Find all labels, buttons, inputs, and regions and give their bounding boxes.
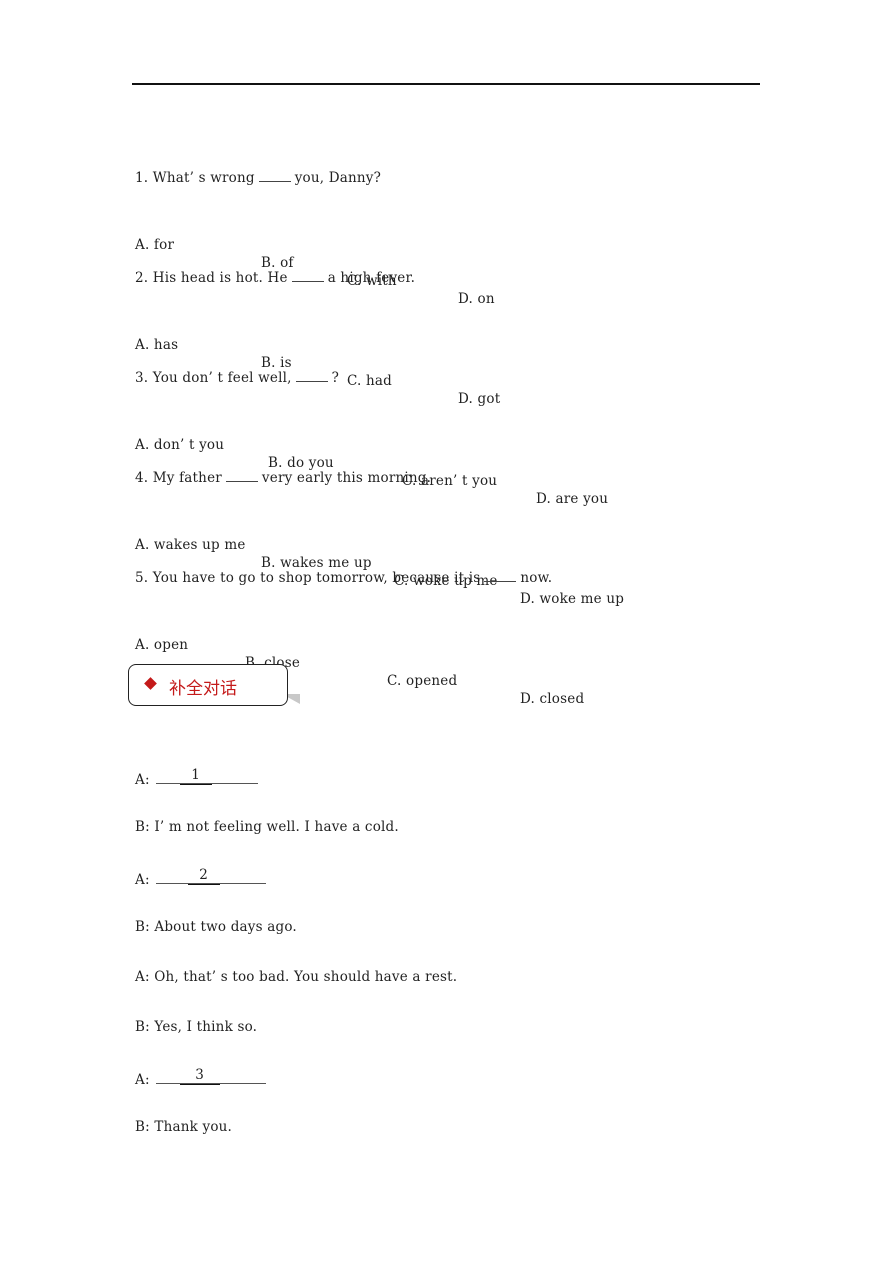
dialogue-text: About two days ago. xyxy=(154,919,297,935)
option-a[interactable]: A. wakes up me xyxy=(135,536,246,554)
blank-number: 3 xyxy=(179,1066,220,1085)
option-d[interactable]: D. are you xyxy=(536,490,608,508)
speaker-label: B: xyxy=(135,819,150,835)
question-2: 2. His head is hot. He a high fever. xyxy=(135,268,415,287)
speaker-label: A: xyxy=(135,969,150,985)
blank-number: 1 xyxy=(179,766,212,785)
options-3: A. don’ t you B. do you C. aren’ t you D… xyxy=(135,418,608,508)
question-stem: 2. His head is hot. He xyxy=(135,270,288,286)
dialogue-line-4: B: About two days ago. xyxy=(135,918,297,936)
options-4: A. wakes up me B. wakes me up C. woke up… xyxy=(135,518,624,608)
section-title: 补全对话 xyxy=(169,679,237,699)
question-stem: 3. You don’ t feel well, xyxy=(135,370,292,386)
answer-blank[interactable] xyxy=(484,568,517,582)
dialogue-blank-1[interactable]: 1 xyxy=(155,766,258,785)
speaker-label: B: xyxy=(135,919,150,935)
option-d[interactable]: D. closed xyxy=(520,690,584,708)
question-stem-end: now. xyxy=(520,570,553,586)
header-rule xyxy=(132,83,760,85)
dialogue-line-8: B: Thank you. xyxy=(135,1118,232,1136)
option-d[interactable]: D. got xyxy=(458,390,500,408)
option-a[interactable]: A. for xyxy=(135,236,174,254)
option-c[interactable]: C. had xyxy=(347,372,392,390)
dialogue-line-5: A: Oh, that’ s too bad. You should have … xyxy=(135,968,457,986)
question-stem-end: you, Danny? xyxy=(294,170,382,186)
option-a[interactable]: A. has xyxy=(135,336,178,354)
question-stem-end: very early this morning. xyxy=(261,470,432,486)
speaker-label: A: xyxy=(135,772,150,788)
answer-blank[interactable] xyxy=(225,468,258,482)
option-d[interactable]: D. woke me up xyxy=(520,590,624,608)
speaker-label: B: xyxy=(135,1019,150,1035)
dialogue-blank-2[interactable]: 2 xyxy=(155,866,266,885)
dialogue-text: Oh, that’ s too bad. You should have a r… xyxy=(154,969,458,985)
dialogue-blank-3[interactable]: 3 xyxy=(155,1066,266,1085)
dialogue-line-2: B: I’ m not feeling well. I have a cold. xyxy=(135,818,399,836)
question-stem: 5. You have to go to shop tomorrow, beca… xyxy=(135,570,481,586)
option-c[interactable]: C. opened xyxy=(387,672,457,690)
options-1: A. for B. of C. with D. on xyxy=(135,218,495,308)
speaker-label: A: xyxy=(135,1072,150,1088)
dialogue-line-7: A: 3 xyxy=(135,1066,266,1089)
question-stem: 1. What’ s wrong xyxy=(135,170,255,186)
dialogue-text: Thank you. xyxy=(154,1119,233,1135)
dialogue-line-6: B: Yes, I think so. xyxy=(135,1018,257,1036)
question-stem-end: a high fever. xyxy=(327,270,416,286)
question-5: 5. You have to go to shop tomorrow, beca… xyxy=(135,568,552,587)
option-a[interactable]: A. don’ t you xyxy=(135,436,224,454)
section-heading: 补全对话 xyxy=(128,664,288,706)
speaker-label: A: xyxy=(135,872,150,888)
dialogue-line-3: A: 2 xyxy=(135,866,266,889)
answer-blank[interactable] xyxy=(258,168,291,182)
diamond-icon xyxy=(144,677,157,690)
question-1: 1. What’ s wrong you, Danny? xyxy=(135,168,381,187)
answer-blank[interactable] xyxy=(295,368,328,382)
speaker-label: B: xyxy=(135,1119,150,1135)
blank-number: 2 xyxy=(187,866,220,885)
dialogue-text: I’ m not feeling well. I have a cold. xyxy=(154,819,399,835)
options-2: A. has B. is C. had D. got xyxy=(135,318,500,408)
question-4: 4. My father very early this morning. xyxy=(135,468,431,487)
question-3: 3. You don’ t feel well,? xyxy=(135,368,339,387)
question-stem-end: ? xyxy=(331,370,340,386)
question-stem: 4. My father xyxy=(135,470,222,486)
dialogue-text: Yes, I think so. xyxy=(154,1019,258,1035)
answer-blank[interactable] xyxy=(291,268,324,282)
dialogue-line-1: A: 1 xyxy=(135,766,258,789)
option-d[interactable]: D. on xyxy=(458,290,495,308)
option-a[interactable]: A. open xyxy=(135,636,188,654)
